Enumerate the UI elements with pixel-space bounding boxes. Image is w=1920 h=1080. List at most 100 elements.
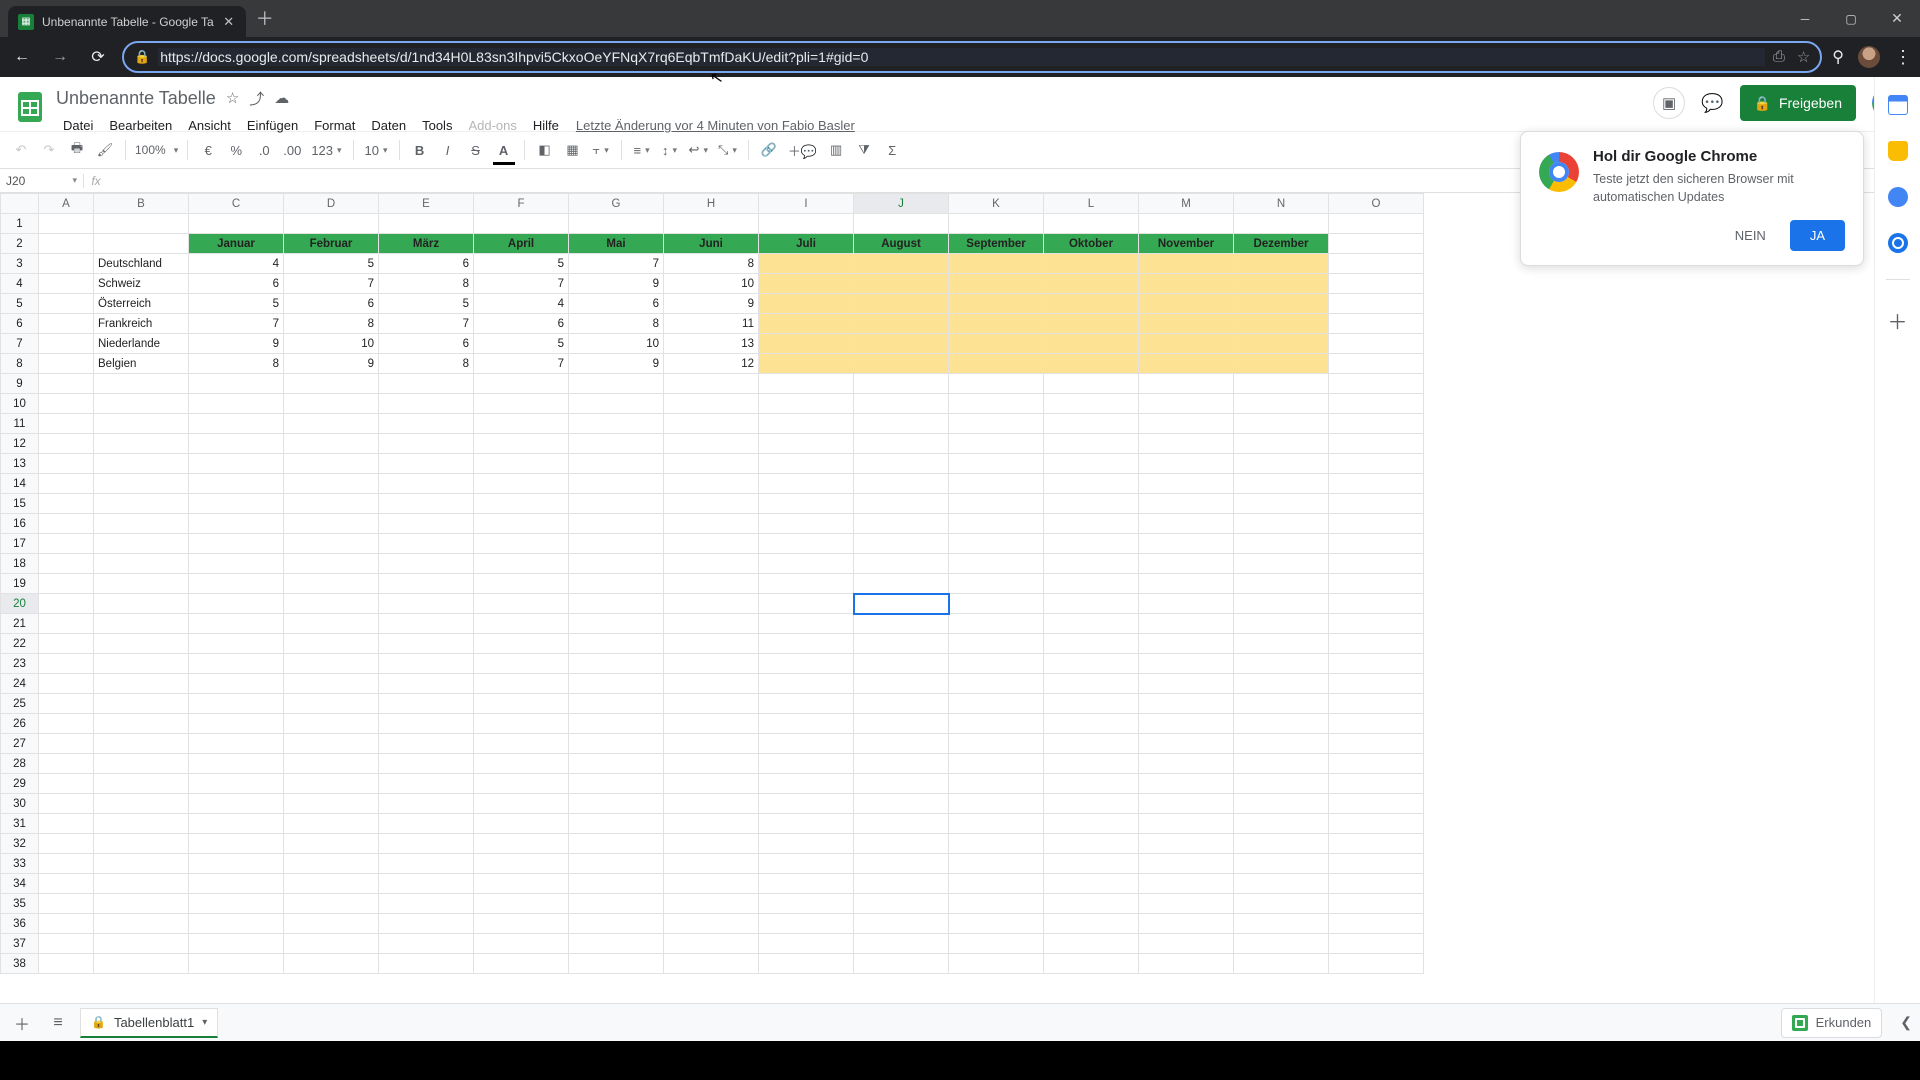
cell-K25[interactable] [949,694,1044,714]
cell-C23[interactable] [189,654,284,674]
cell-L10[interactable] [1044,394,1139,414]
font-size[interactable]: 10 [361,137,392,163]
chart-insert-icon[interactable]: ▥ [823,137,849,163]
cell-B6[interactable]: Frankreich [94,314,189,334]
col-header-D[interactable]: D [284,194,379,214]
cell-L22[interactable] [1044,634,1139,654]
cell-K27[interactable] [949,734,1044,754]
cell-E28[interactable] [379,754,474,774]
cell-E19[interactable] [379,574,474,594]
cell-H31[interactable] [664,814,759,834]
cell-D25[interactable] [284,694,379,714]
cell-H27[interactable] [664,734,759,754]
cell-C33[interactable] [189,854,284,874]
cell-F27[interactable] [474,734,569,754]
cell-N8[interactable] [1234,354,1329,374]
cell-K36[interactable] [949,914,1044,934]
cell-O22[interactable] [1329,634,1424,654]
cell-N33[interactable] [1234,854,1329,874]
cell-J22[interactable] [854,634,949,654]
cell-F2[interactable]: April [474,234,569,254]
cell-K16[interactable] [949,514,1044,534]
cell-N4[interactable] [1234,274,1329,294]
chrome-menu-icon[interactable]: ⋮ [1894,47,1912,68]
window-maximize-icon[interactable]: ▢ [1828,0,1874,37]
row-header-15[interactable]: 15 [1,494,39,514]
cell-A19[interactable] [39,574,94,594]
cell-I11[interactable] [759,414,854,434]
cell-J25[interactable] [854,694,949,714]
cell-E35[interactable] [379,894,474,914]
cell-B32[interactable] [94,834,189,854]
cell-C25[interactable] [189,694,284,714]
cell-M24[interactable] [1139,674,1234,694]
cell-B30[interactable] [94,794,189,814]
cell-J29[interactable] [854,774,949,794]
cell-B10[interactable] [94,394,189,414]
cell-L32[interactable] [1044,834,1139,854]
cell-C5[interactable]: 5 [189,294,284,314]
cell-F31[interactable] [474,814,569,834]
cell-K8[interactable] [949,354,1044,374]
cell-M16[interactable] [1139,514,1234,534]
translate-icon[interactable]: ⎙ [1773,48,1785,66]
col-header-M[interactable]: M [1139,194,1234,214]
cell-G12[interactable] [569,434,664,454]
cell-D2[interactable]: Februar [284,234,379,254]
cell-A7[interactable] [39,334,94,354]
cell-M9[interactable] [1139,374,1234,394]
cell-J9[interactable] [854,374,949,394]
cell-K3[interactable] [949,254,1044,274]
cell-G2[interactable]: Mai [569,234,664,254]
cell-H18[interactable] [664,554,759,574]
cell-A27[interactable] [39,734,94,754]
cell-D17[interactable] [284,534,379,554]
cell-M26[interactable] [1139,714,1234,734]
cell-K13[interactable] [949,454,1044,474]
filter-icon[interactable]: ⧩ [851,137,877,163]
cell-J10[interactable] [854,394,949,414]
halign-icon[interactable]: ≡ [629,137,655,163]
cell-F10[interactable] [474,394,569,414]
cell-M15[interactable] [1139,494,1234,514]
menu-ansicht[interactable]: Ansicht [181,114,238,137]
cell-E10[interactable] [379,394,474,414]
cell-B34[interactable] [94,874,189,894]
rotate-icon[interactable]: ⤡ [714,137,741,163]
cell-C10[interactable] [189,394,284,414]
cell-L16[interactable] [1044,514,1139,534]
cell-D13[interactable] [284,454,379,474]
cell-N24[interactable] [1234,674,1329,694]
col-header-J[interactable]: J [854,194,949,214]
cell-N21[interactable] [1234,614,1329,634]
cell-J2[interactable]: August [854,234,949,254]
cell-A12[interactable] [39,434,94,454]
cell-J24[interactable] [854,674,949,694]
cell-B38[interactable] [94,954,189,974]
cell-F20[interactable] [474,594,569,614]
cell-A18[interactable] [39,554,94,574]
bold-button[interactable]: B [407,137,433,163]
cell-O1[interactable] [1329,214,1424,234]
cell-A10[interactable] [39,394,94,414]
cell-F18[interactable] [474,554,569,574]
cell-H22[interactable] [664,634,759,654]
cell-G15[interactable] [569,494,664,514]
cell-G32[interactable] [569,834,664,854]
cell-D21[interactable] [284,614,379,634]
cell-C8[interactable]: 8 [189,354,284,374]
cell-H24[interactable] [664,674,759,694]
cell-A8[interactable] [39,354,94,374]
cell-M13[interactable] [1139,454,1234,474]
cell-D12[interactable] [284,434,379,454]
cell-J27[interactable] [854,734,949,754]
window-close-icon[interactable]: ✕ [1874,0,1920,37]
cell-L11[interactable] [1044,414,1139,434]
promo-yes-button[interactable]: JA [1790,220,1845,251]
cell-N19[interactable] [1234,574,1329,594]
cell-L18[interactable] [1044,554,1139,574]
comment-insert-icon[interactable]: ＋💬 [784,137,821,163]
cell-E25[interactable] [379,694,474,714]
cell-F29[interactable] [474,774,569,794]
cell-H19[interactable] [664,574,759,594]
